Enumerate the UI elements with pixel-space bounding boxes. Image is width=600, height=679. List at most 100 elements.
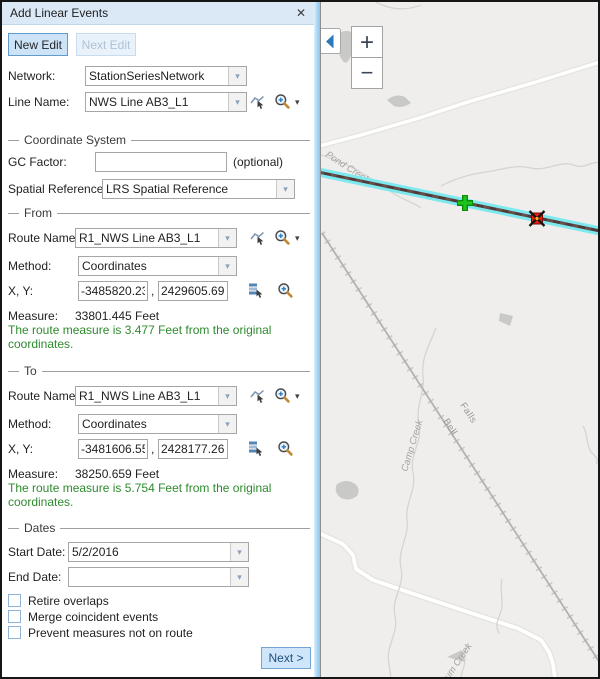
- network-dropdown[interactable]: StationSeriesNetwork ▾: [85, 66, 247, 86]
- chevron-down-icon[interactable]: ▾: [228, 67, 246, 85]
- to-location-marker: [530, 211, 545, 226]
- minus-icon: −: [361, 60, 374, 85]
- zoom-to-coordinates-icon[interactable]: [277, 282, 294, 304]
- dates-section-header: Dates: [8, 521, 310, 535]
- from-method-label: Method:: [8, 259, 51, 273]
- to-measure-label: Measure:: [8, 467, 58, 481]
- gc-factor-input[interactable]: [95, 152, 227, 172]
- to-measure-note: The route measure is 5.754 Feet from the…: [8, 481, 310, 509]
- from-route-name-dropdown[interactable]: R1_NWS Line AB3_L1 ▾: [75, 228, 237, 248]
- separator-line: [8, 213, 19, 214]
- to-x-input[interactable]: [78, 439, 148, 459]
- collapse-panel-button[interactable]: [321, 29, 341, 54]
- to-route-name-dropdown[interactable]: R1_NWS Line AB3_L1 ▾: [75, 386, 237, 406]
- zoom-to-line-icon[interactable]: [274, 93, 291, 115]
- prevent-measures-checkbox[interactable]: [8, 626, 21, 639]
- merge-coincident-events-label: Merge coincident events: [28, 610, 158, 624]
- add-linear-events-panel: Add Linear Events ✕ New Edit Next Edit N…: [2, 2, 314, 677]
- to-method-label: Method:: [8, 417, 51, 431]
- chevron-down-icon[interactable]: ▾: [218, 257, 236, 275]
- from-xy-label: X, Y:: [8, 284, 33, 298]
- separator-line: [131, 140, 310, 141]
- chevron-down-icon[interactable]: ▾: [230, 543, 248, 561]
- application-window: Add Linear Events ✕ New Edit Next Edit N…: [0, 0, 600, 679]
- zoom-to-route-icon[interactable]: [274, 387, 291, 409]
- select-line-on-map-icon[interactable]: [250, 94, 265, 115]
- from-section-header: From: [8, 206, 310, 220]
- from-measure-label: Measure:: [8, 309, 58, 323]
- pick-coordinates-icon[interactable]: [248, 282, 264, 304]
- separator-line: [8, 528, 19, 529]
- select-route-on-map-icon[interactable]: [250, 388, 265, 409]
- chevron-down-icon[interactable]: ▾: [218, 229, 236, 247]
- spatial-reference-label: Spatial Reference:: [8, 182, 107, 196]
- from-measure-value: 33801.445 Feet: [75, 309, 159, 323]
- chevron-down-icon[interactable]: ▾: [295, 97, 300, 108]
- from-route-name-value: R1_NWS Line AB3_L1: [76, 229, 218, 247]
- retire-overlaps-label: Retire overlaps: [28, 594, 109, 608]
- coordinate-system-section-header: Coordinate System: [8, 133, 310, 147]
- separator-line: [8, 371, 19, 372]
- spatial-reference-dropdown[interactable]: LRS Spatial Reference ▾: [102, 179, 295, 199]
- line-name-value: NWS Line AB3_L1: [86, 93, 228, 111]
- pick-coordinates-icon[interactable]: [248, 440, 264, 462]
- next-button[interactable]: Next >: [261, 647, 311, 669]
- to-section-header: To: [8, 364, 310, 378]
- new-edit-button[interactable]: New Edit: [8, 33, 68, 56]
- start-date-dropdown[interactable]: 5/2/2016 ▾: [68, 542, 249, 562]
- end-date-value: [69, 568, 230, 586]
- plus-icon: +: [360, 29, 374, 56]
- chevron-down-icon[interactable]: ▾: [295, 233, 300, 244]
- gc-factor-optional-hint: (optional): [233, 155, 283, 169]
- gc-factor-label: GC Factor:: [8, 155, 67, 169]
- xy-comma: ,: [151, 442, 154, 456]
- end-date-label: End Date:: [8, 570, 61, 584]
- zoom-to-coordinates-icon[interactable]: [277, 440, 294, 462]
- zoom-in-button[interactable]: +: [352, 27, 383, 58]
- chevron-down-icon[interactable]: ▾: [295, 391, 300, 402]
- to-y-input[interactable]: [158, 439, 228, 459]
- from-method-dropdown[interactable]: Coordinates ▾: [78, 256, 237, 276]
- from-measure-note: The route measure is 3.477 Feet from the…: [8, 323, 310, 351]
- spatial-reference-value: LRS Spatial Reference: [103, 180, 276, 198]
- map-canvas[interactable]: Pond Creek Falls Bell Camp Creek um Cree…: [321, 2, 598, 677]
- separator-line: [57, 213, 310, 214]
- close-icon[interactable]: ✕: [296, 6, 306, 20]
- network-label: Network:: [8, 69, 55, 83]
- to-route-name-value: R1_NWS Line AB3_L1: [76, 387, 218, 405]
- line-name-label: Line Name:: [8, 95, 69, 109]
- chevron-down-icon[interactable]: ▾: [218, 415, 236, 433]
- to-legend: To: [24, 364, 37, 378]
- to-route-name-label: Route Name:: [8, 389, 79, 403]
- from-y-input[interactable]: [158, 281, 228, 301]
- end-date-dropdown[interactable]: ▾: [68, 567, 249, 587]
- map-container: Pond Creek Falls Bell Camp Creek um Cree…: [320, 2, 598, 677]
- chevron-down-icon[interactable]: ▾: [228, 93, 246, 111]
- from-route-name-label: Route Name:: [8, 231, 79, 245]
- start-date-value: 5/2/2016: [69, 543, 230, 561]
- select-route-on-map-icon[interactable]: [250, 230, 265, 251]
- to-method-dropdown[interactable]: Coordinates ▾: [78, 414, 237, 434]
- merge-coincident-events-checkbox[interactable]: [8, 610, 21, 623]
- from-method-value: Coordinates: [79, 257, 218, 275]
- chevron-down-icon[interactable]: ▾: [218, 387, 236, 405]
- network-value: StationSeriesNetwork: [86, 67, 228, 85]
- to-measure-value: 38250.659 Feet: [75, 467, 159, 481]
- line-name-dropdown[interactable]: NWS Line AB3_L1 ▾: [85, 92, 247, 112]
- chevron-down-icon[interactable]: ▾: [276, 180, 294, 198]
- panel-header: Add Linear Events ✕: [2, 2, 314, 25]
- start-date-label: Start Date:: [8, 545, 65, 559]
- coordinate-system-legend: Coordinate System: [24, 133, 126, 147]
- from-x-input[interactable]: [78, 281, 148, 301]
- from-legend: From: [24, 206, 52, 220]
- xy-comma: ,: [151, 284, 154, 298]
- zoom-to-route-icon[interactable]: [274, 229, 291, 251]
- panel-title: Add Linear Events: [10, 6, 108, 20]
- prevent-measures-label: Prevent measures not on route: [28, 626, 193, 640]
- zoom-out-button[interactable]: −: [352, 58, 383, 89]
- chevron-down-icon[interactable]: ▾: [230, 568, 248, 586]
- separator-line: [8, 140, 19, 141]
- to-xy-label: X, Y:: [8, 442, 33, 456]
- separator-line: [42, 371, 310, 372]
- retire-overlaps-checkbox[interactable]: [8, 594, 21, 607]
